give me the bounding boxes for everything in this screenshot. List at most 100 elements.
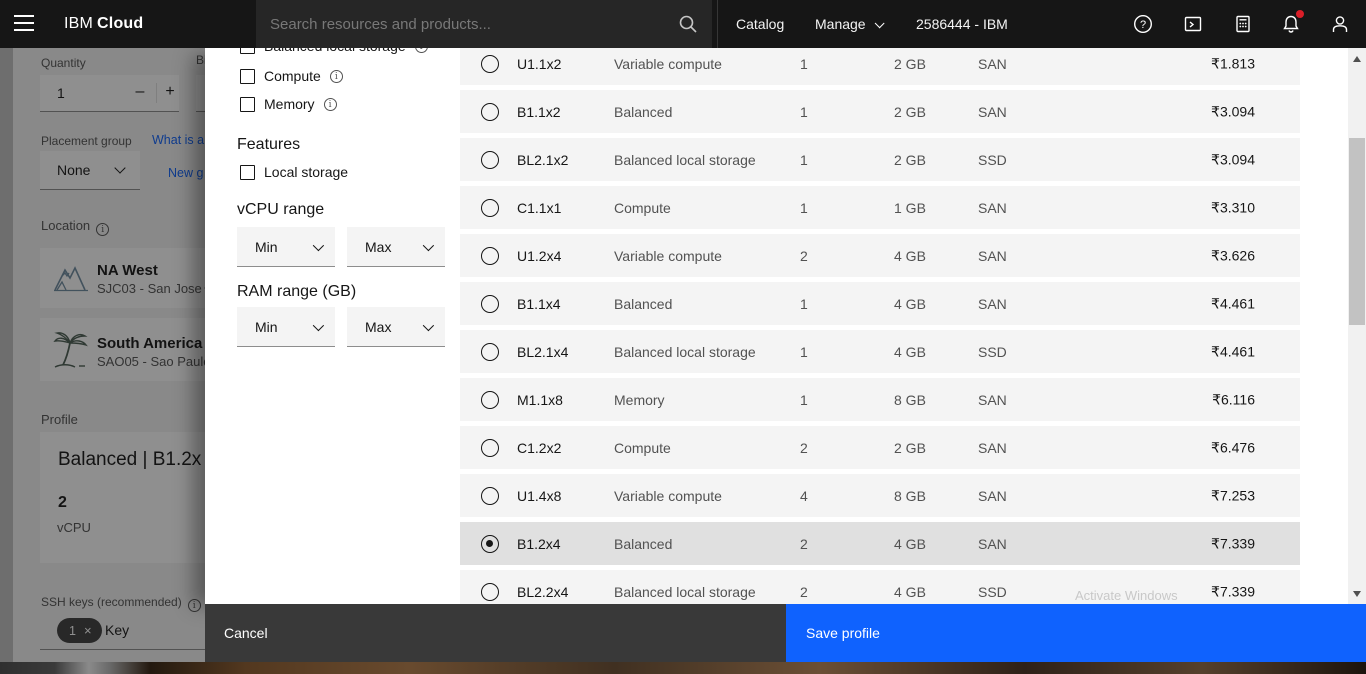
vcpu-value: 2 [800, 440, 808, 456]
table-row[interactable]: BL2.1x4Balanced local storage14 GBSSD₹4.… [460, 330, 1300, 373]
storage-type: SAN [978, 440, 1007, 456]
chevron-down-icon [423, 239, 434, 250]
account-name[interactable]: 2586444 - IBM [916, 0, 1008, 48]
features-heading: Features [237, 136, 300, 154]
radio-button[interactable] [481, 343, 499, 361]
ram-value: 4 GB [894, 536, 926, 552]
scrollbar-down-arrow[interactable] [1353, 591, 1361, 597]
ram-max-select[interactable]: Max [347, 307, 445, 347]
web-console-icon[interactable] [1183, 14, 1203, 34]
header-divider [717, 0, 718, 48]
profile-type: Variable compute [614, 56, 722, 72]
radio-button[interactable] [481, 151, 499, 169]
price-value: ₹6.476 [1211, 439, 1255, 456]
brand-logo[interactable]: IBMCloud [64, 0, 143, 48]
vcpu-range-label: vCPU range [237, 201, 324, 219]
table-row[interactable]: BL2.2x4Balanced local storage24 GBSSD₹7.… [460, 570, 1300, 604]
storage-type: SAN [978, 56, 1007, 72]
nav-manage[interactable]: Manage [815, 0, 881, 48]
storage-type: SAN [978, 104, 1007, 120]
vcpu-value: 1 [800, 392, 808, 408]
price-value: ₹7.253 [1211, 487, 1255, 504]
search-input[interactable] [270, 0, 670, 48]
vcpu-value: 1 [800, 104, 808, 120]
vcpu-max-select[interactable]: Max [347, 227, 445, 267]
profile-type: Memory [614, 392, 665, 408]
storage-type: SAN [978, 392, 1007, 408]
checkbox[interactable] [240, 69, 255, 84]
profile-name: U1.1x2 [517, 56, 561, 72]
profile-name: C1.1x1 [517, 200, 561, 216]
price-value: ₹3.310 [1211, 199, 1255, 216]
ram-min-select[interactable]: Min [237, 307, 335, 347]
table-row[interactable]: U1.4x8Variable compute48 GBSAN₹7.253 [460, 474, 1300, 517]
radio-button[interactable] [481, 535, 499, 553]
help-icon[interactable]: ? [1133, 14, 1153, 34]
filter-compute[interactable]: Compute [240, 68, 343, 84]
table-row[interactable]: U1.2x4Variable compute24 GBSAN₹3.626 [460, 234, 1300, 277]
price-value: ₹3.094 [1211, 103, 1255, 120]
ram-value: 8 GB [894, 488, 926, 504]
nav-catalog[interactable]: Catalog [736, 0, 784, 48]
profile-type: Variable compute [614, 248, 722, 264]
table-row[interactable]: B1.1x2Balanced12 GBSAN₹3.094 [460, 90, 1300, 133]
price-value: ₹1.813 [1211, 55, 1255, 72]
profile-type: Compute [614, 440, 671, 456]
profile-type: Balanced [614, 536, 672, 552]
top-nav: IBMCloud Catalog Manage 2586444 - IBM ? [0, 0, 1366, 48]
scrollbar-thumb[interactable] [1349, 138, 1365, 325]
profile-type: Balanced local storage [614, 344, 756, 360]
profile-type: Balanced [614, 296, 672, 312]
profile-name: C1.2x2 [517, 440, 561, 456]
scrollbar[interactable] [1348, 48, 1366, 604]
save-profile-button[interactable]: Save profile [786, 604, 1366, 662]
radio-button[interactable] [481, 439, 499, 457]
search-icon[interactable] [678, 14, 698, 34]
table-row[interactable]: U1.1x2Variable compute12 GBSAN₹1.813 [460, 48, 1300, 85]
user-avatar-icon[interactable] [1330, 14, 1350, 34]
table-row[interactable]: B1.2x4Balanced24 GBSAN₹7.339 [460, 522, 1300, 565]
table-row[interactable]: M1.1x8Memory18 GBSAN₹6.116 [460, 378, 1300, 421]
radio-button[interactable] [481, 199, 499, 217]
radio-button[interactable] [481, 55, 499, 73]
vcpu-value: 1 [800, 296, 808, 312]
checkbox[interactable] [240, 165, 255, 180]
checkbox[interactable] [240, 97, 255, 112]
table-row[interactable]: BL2.1x2Balanced local storage12 GBSSD₹3.… [460, 138, 1300, 181]
cost-estimator-icon[interactable] [1233, 14, 1253, 34]
radio-button[interactable] [481, 295, 499, 313]
filter-memory[interactable]: Memory [240, 96, 337, 112]
global-search[interactable] [256, 0, 712, 48]
profile-name: BL2.1x2 [517, 152, 568, 168]
price-value: ₹4.461 [1211, 343, 1255, 360]
vcpu-value: 1 [800, 152, 808, 168]
checkbox[interactable] [240, 48, 255, 54]
profile-type: Variable compute [614, 488, 722, 504]
filter-balanced-local-storage[interactable]: Balanced local storage [240, 48, 428, 54]
table-row[interactable]: C1.1x1Compute11 GBSAN₹3.310 [460, 186, 1300, 229]
screen: Quantity 1 – + Bi Placement group What i… [0, 0, 1366, 674]
hamburger-menu-icon[interactable] [14, 15, 34, 33]
vcpu-value: 4 [800, 488, 808, 504]
table-row[interactable]: C1.2x2Compute22 GBSAN₹6.476 [460, 426, 1300, 469]
info-icon [324, 98, 337, 111]
profile-name: B1.1x2 [517, 104, 561, 120]
vcpu-min-select[interactable]: Min [237, 227, 335, 267]
radio-button[interactable] [481, 247, 499, 265]
profile-type: Balanced local storage [614, 584, 756, 600]
radio-button[interactable] [481, 103, 499, 121]
ram-range-label: RAM range (GB) [237, 283, 356, 301]
radio-button[interactable] [481, 583, 499, 601]
scrollbar-up-arrow[interactable] [1353, 56, 1361, 62]
ram-value: 4 GB [894, 584, 926, 600]
table-row[interactable]: B1.1x4Balanced14 GBSAN₹4.461 [460, 282, 1300, 325]
cancel-button[interactable]: Cancel [205, 604, 786, 662]
radio-button[interactable] [481, 391, 499, 409]
ram-value: 8 GB [894, 392, 926, 408]
radio-button[interactable] [481, 487, 499, 505]
filter-local-storage[interactable]: Local storage [240, 164, 348, 180]
profile-name: BL2.2x4 [517, 584, 568, 600]
vcpu-value: 2 [800, 248, 808, 264]
price-value: ₹7.339 [1211, 535, 1255, 552]
info-icon [415, 48, 428, 53]
